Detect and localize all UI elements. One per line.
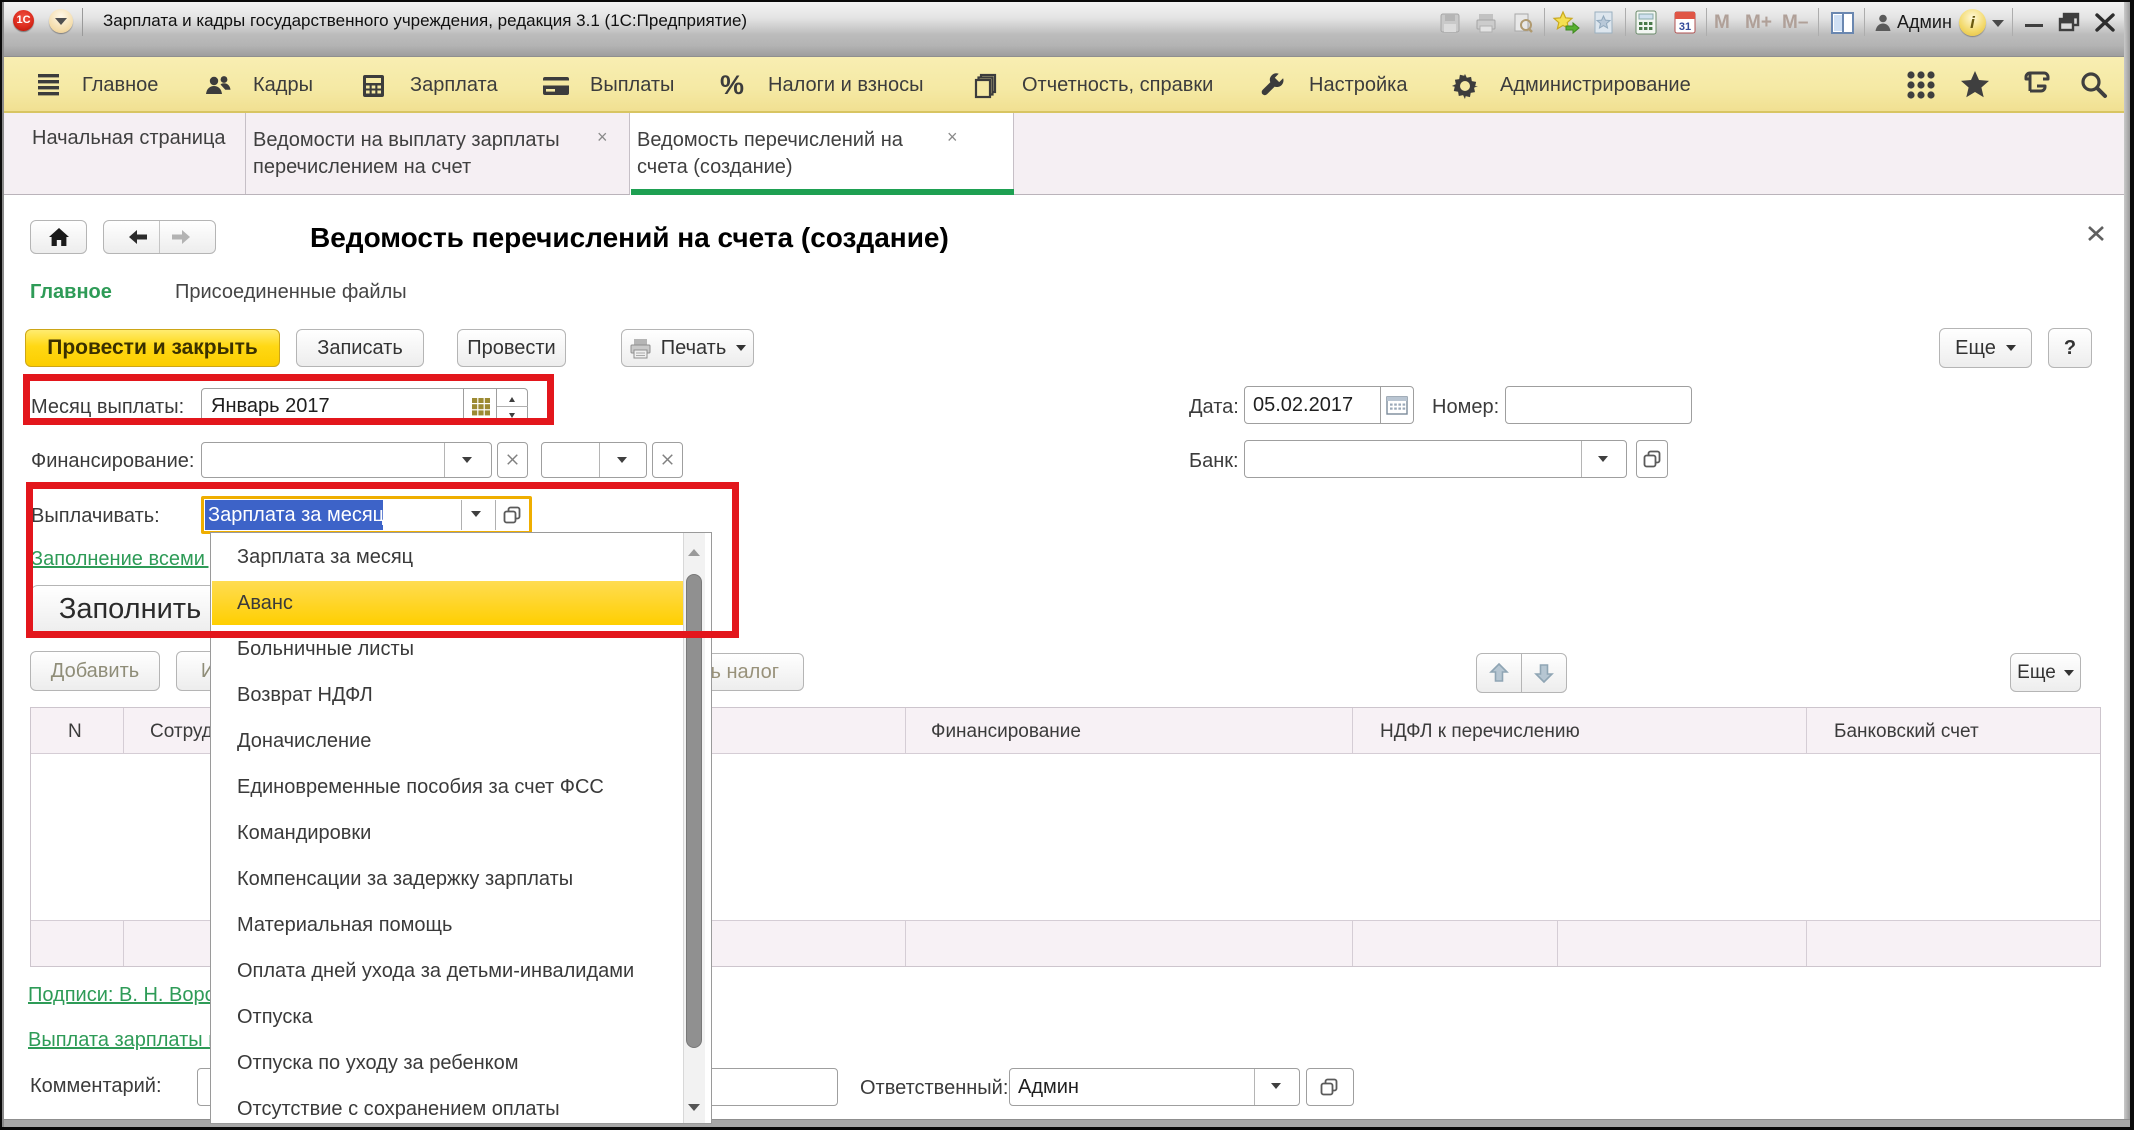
svg-text:31: 31 (1679, 21, 1691, 33)
